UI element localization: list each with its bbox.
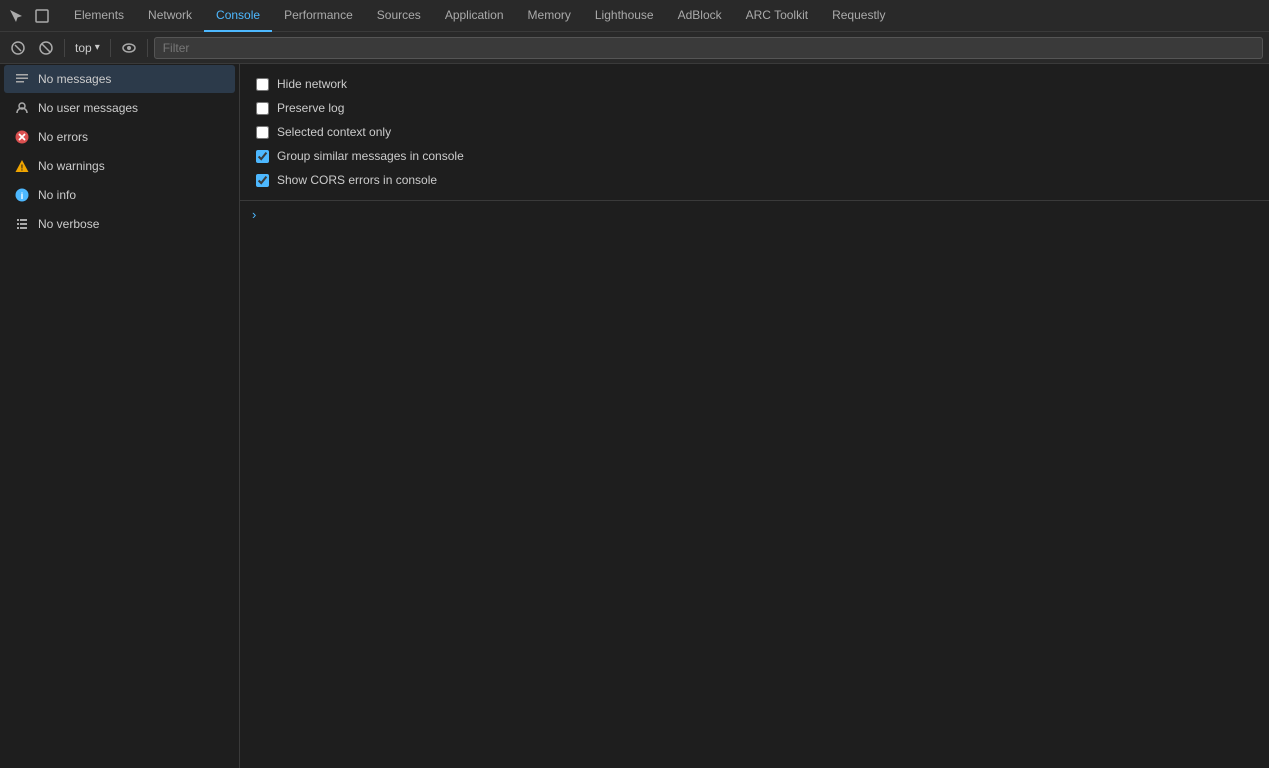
checkbox-hide-network[interactable]: [256, 78, 269, 91]
sidebar-item-messages[interactable]: No messages: [4, 65, 235, 93]
errors-icon: [14, 129, 30, 145]
tab-sources[interactable]: Sources: [365, 0, 433, 32]
main-area: No messages No user messages No errors !…: [0, 64, 1269, 768]
option-label-show-cors: Show CORS errors in console: [277, 173, 437, 187]
sidebar-item-info[interactable]: i No info: [4, 181, 235, 209]
sidebar-item-label-user-messages: No user messages: [38, 101, 138, 115]
checkbox-selected-context[interactable]: [256, 126, 269, 139]
messages-icon: [14, 71, 30, 87]
content-panel: Hide network Preserve log Selected conte…: [240, 64, 1269, 768]
verbose-icon: [14, 216, 30, 232]
console-prompt-row[interactable]: ›: [240, 201, 1269, 228]
option-label-selected-context: Selected context only: [277, 125, 391, 139]
devtools-inspect-icon[interactable]: [30, 4, 54, 28]
tab-adblock[interactable]: AdBlock: [666, 0, 734, 32]
tab-console[interactable]: Console: [204, 0, 272, 32]
chevron-down-icon: ▾: [95, 42, 100, 53]
toolbar-sep-1: [64, 39, 65, 57]
sidebar-item-label-info: No info: [38, 188, 76, 202]
sidebar-item-errors[interactable]: No errors: [4, 123, 235, 151]
option-selected-context[interactable]: Selected context only: [252, 120, 1257, 144]
prompt-chevron-icon: ›: [252, 207, 256, 222]
svg-text:!: !: [21, 164, 24, 173]
sidebar-item-label-verbose: No verbose: [38, 217, 99, 231]
tab-elements[interactable]: Elements: [62, 0, 136, 32]
toolbar: top ▾: [0, 32, 1269, 64]
sidebar: No messages No user messages No errors !…: [0, 64, 240, 768]
checkbox-show-cors[interactable]: [256, 174, 269, 187]
option-label-group-similar: Group similar messages in console: [277, 149, 464, 163]
option-label-hide-network: Hide network: [277, 77, 347, 91]
devtools-cursor-icon[interactable]: [4, 4, 28, 28]
sidebar-list: No messages No user messages No errors !…: [0, 65, 239, 238]
tab-requestly[interactable]: Requestly: [820, 0, 897, 32]
option-label-preserve-log: Preserve log: [277, 101, 344, 115]
tab-memory[interactable]: Memory: [516, 0, 583, 32]
toolbar-sep-2: [110, 39, 111, 57]
tab-list: ElementsNetworkConsolePerformanceSources…: [62, 0, 1265, 32]
tab-bar: ElementsNetworkConsolePerformanceSources…: [0, 0, 1269, 32]
option-hide-network[interactable]: Hide network: [252, 72, 1257, 96]
option-preserve-log[interactable]: Preserve log: [252, 96, 1257, 120]
tab-arc-toolkit[interactable]: ARC Toolkit: [734, 0, 820, 32]
eye-icon[interactable]: [117, 36, 141, 60]
sidebar-item-label-messages: No messages: [38, 72, 111, 86]
sidebar-item-label-warnings: No warnings: [38, 159, 105, 173]
tab-bar-icons: [4, 4, 54, 28]
sidebar-item-verbose[interactable]: No verbose: [4, 210, 235, 238]
warnings-icon: !: [14, 158, 30, 174]
sidebar-item-label-errors: No errors: [38, 130, 88, 144]
tab-lighthouse[interactable]: Lighthouse: [583, 0, 666, 32]
sidebar-item-user-messages[interactable]: No user messages: [4, 94, 235, 122]
clear-console-button[interactable]: [6, 36, 30, 60]
options-list: Hide network Preserve log Selected conte…: [252, 72, 1257, 192]
tab-performance[interactable]: Performance: [272, 0, 365, 32]
filter-input[interactable]: [154, 37, 1263, 59]
info-icon: i: [14, 187, 30, 203]
checkbox-group-similar[interactable]: [256, 150, 269, 163]
context-dropdown-label: top: [75, 41, 92, 55]
option-group-similar[interactable]: Group similar messages in console: [252, 144, 1257, 168]
sidebar-item-warnings[interactable]: ! No warnings: [4, 152, 235, 180]
checkbox-preserve-log[interactable]: [256, 102, 269, 115]
options-panel: Hide network Preserve log Selected conte…: [240, 64, 1269, 201]
ban-icon[interactable]: [34, 36, 58, 60]
tab-network[interactable]: Network: [136, 0, 204, 32]
user-messages-icon: [14, 100, 30, 116]
svg-text:i: i: [21, 191, 24, 201]
option-show-cors[interactable]: Show CORS errors in console: [252, 168, 1257, 192]
toolbar-sep-3: [147, 39, 148, 57]
tab-application[interactable]: Application: [433, 0, 516, 32]
context-dropdown[interactable]: top ▾: [71, 39, 104, 57]
